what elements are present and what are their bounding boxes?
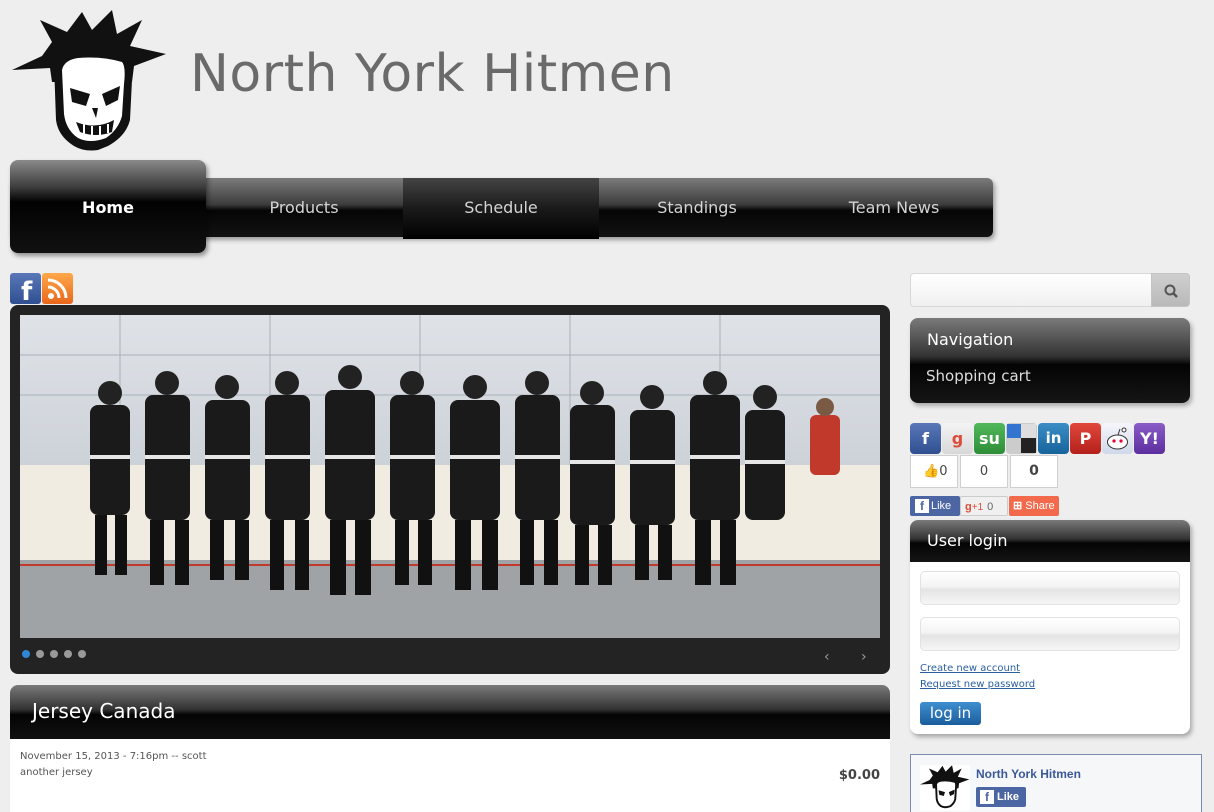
avatar[interactable] [920,763,970,812]
request-password-link[interactable]: Request new password [920,679,1035,690]
plusone-count: 0 [960,455,1008,488]
total-share-count: 0 [1010,455,1058,488]
google-icon[interactable]: g [942,423,973,454]
search-button[interactable] [1151,273,1190,307]
menu-item-team-news[interactable]: Team News [796,178,992,237]
search-input[interactable] [910,273,1152,307]
menu-item-home[interactable]: Home [10,160,206,253]
facebook-icon[interactable]: f [910,423,941,454]
linkedin-icon[interactable]: in [1038,423,1069,454]
facebook-icon: f [915,499,929,513]
menu-item-schedule[interactable]: Schedule [403,178,599,239]
slide-image[interactable] [20,315,880,638]
facebook-page-like-button[interactable]: f Like [976,787,1026,807]
slide-dot-1[interactable] [22,650,30,658]
article-title[interactable]: Jersey Canada [32,699,175,723]
navigation-title: Navigation [927,330,1014,349]
share-button[interactable]: ⊞ Share [1009,496,1059,516]
create-account-link[interactable]: Create new account [920,663,1020,674]
facebook-icon[interactable]: f [10,273,41,307]
delicious-icon[interactable] [1006,423,1037,454]
slide-dot-5[interactable] [78,650,86,658]
reddit-icon[interactable] [1102,423,1133,454]
facebook-icon: f [980,790,994,804]
article-subtitle: another jersey [20,767,93,778]
fb-like-button[interactable]: f Like [910,496,960,516]
nav-item-shopping-cart[interactable]: Shopping cart [926,367,1031,385]
slide-dot-4[interactable] [64,650,72,658]
slide-dot-2[interactable] [36,650,44,658]
site-title[interactable]: North York Hitmen [190,44,675,104]
article-meta: November 15, 2013 - 7:16pm -- scott [20,751,207,762]
password-field[interactable] [920,617,1180,651]
search-icon [1164,284,1178,298]
slide-dot-3[interactable] [50,650,58,658]
plus-icon: ⊞ [1013,500,1023,512]
username-field[interactable] [920,571,1180,605]
svg-text:f: f [21,277,33,304]
menu-item-standings[interactable]: Standings [599,178,795,237]
user-login-title: User login [927,531,1008,550]
rss-icon[interactable] [42,273,73,304]
like-count[interactable]: 👍0 [910,455,958,488]
menu-item-products[interactable]: Products [206,178,402,237]
site-logo[interactable] [12,10,168,152]
slide-next-icon[interactable]: › [861,650,867,664]
yahoo-icon[interactable]: Y! [1134,423,1165,454]
facebook-page-name[interactable]: North York Hitmen [976,767,1081,781]
stumbleupon-icon[interactable]: su [974,423,1005,454]
login-button[interactable]: log in [920,702,981,725]
gplus-button[interactable]: g+1 0 [960,496,1008,516]
article-body [10,739,890,812]
article-price: $0.00 [838,768,880,783]
pinterest-icon[interactable]: P [1070,423,1101,454]
thumbs-up-icon: 👍 [923,464,940,479]
slide-prev-icon[interactable]: ‹ [824,650,830,664]
